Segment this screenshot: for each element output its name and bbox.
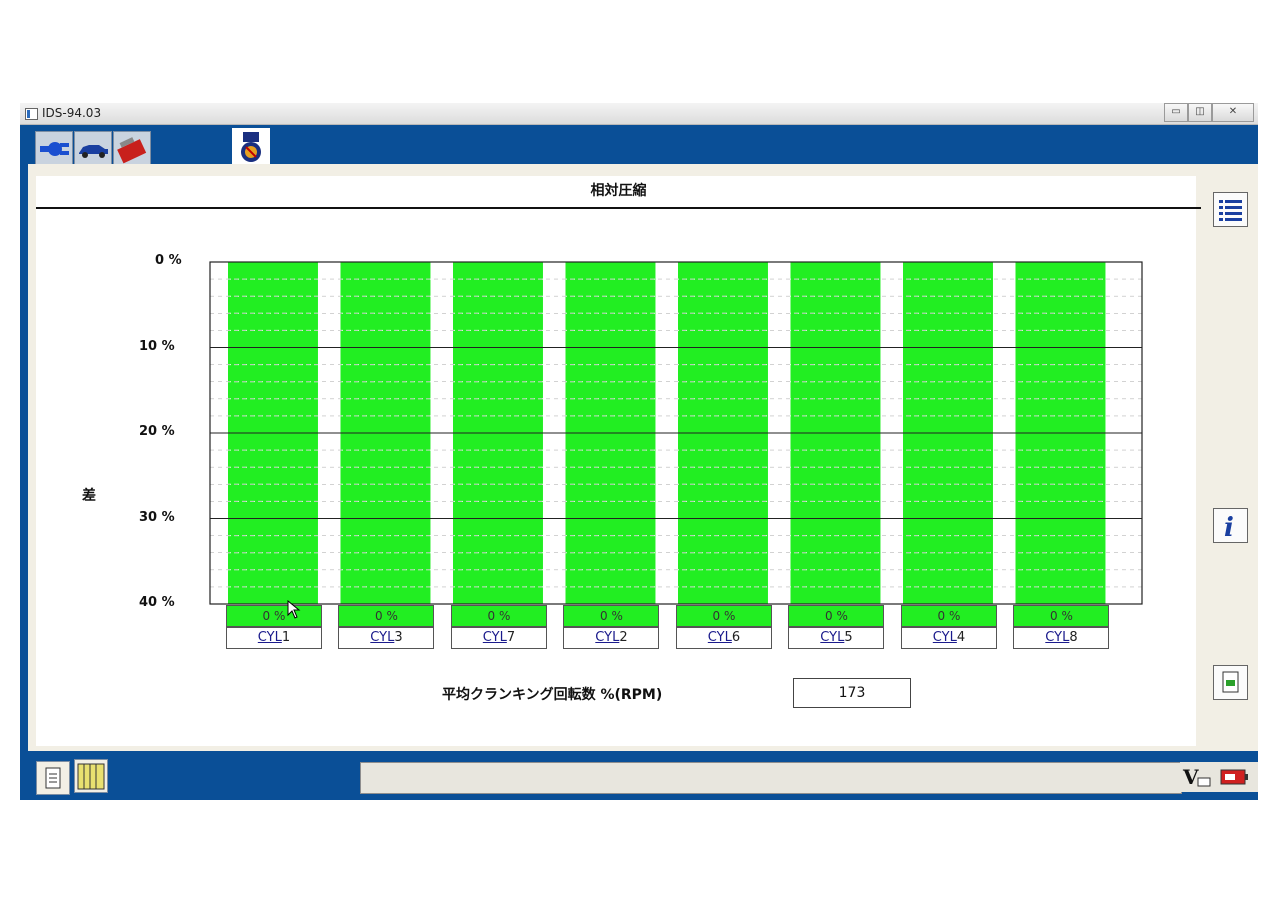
cylinder-number: 8 (1069, 630, 1078, 645)
cylinder-link[interactable]: CYL (933, 630, 957, 645)
cylinder-label-cyl5[interactable]: CYL5 (788, 627, 885, 649)
bar-value-label: 0 % (563, 605, 660, 627)
cylinder-link[interactable]: CYL (258, 630, 282, 645)
y-tick-label: 40 % (139, 595, 175, 610)
cylinder-link[interactable]: CYL (708, 630, 732, 645)
mouse-cursor-icon (287, 600, 301, 619)
bar-value-label: 0 % (338, 605, 435, 627)
bar-value-label: 0 % (788, 605, 885, 627)
cylinder-link[interactable]: CYL (1045, 630, 1069, 645)
cylinder-link[interactable]: CYL (820, 630, 844, 645)
cylinder-label-cyl7[interactable]: CYL7 (450, 627, 547, 649)
bar-value-label: 0 % (225, 605, 322, 627)
y-tick-label: 10 % (139, 338, 175, 354)
cylinder-number: 1 (281, 630, 291, 645)
relative-compression-chart (209, 261, 1143, 605)
cylinder-label-cyl3[interactable]: CYL3 (338, 627, 435, 649)
y-axis-title: 差 (82, 488, 96, 504)
cylinder-link[interactable]: CYL (595, 630, 619, 645)
cylinder-number: 4 (956, 630, 966, 645)
cylinder-number: 2 (619, 630, 628, 645)
cylinder-link[interactable]: CYL (483, 630, 507, 645)
bar-value-label: 0 % (1013, 605, 1110, 627)
cylinder-link[interactable]: CYL (370, 630, 394, 645)
cylinder-number: 5 (844, 630, 853, 645)
y-tick-label: 0 % (155, 253, 182, 268)
avg-cranking-rpm-value: 173 (793, 678, 911, 708)
cylinder-label-cyl2[interactable]: CYL2 (563, 627, 660, 649)
cylinder-number: 7 (506, 630, 516, 645)
cylinder-number: 3 (394, 630, 403, 645)
cylinder-label-cyl8[interactable]: CYL8 (1013, 627, 1110, 649)
cylinder-label-cyl4[interactable]: CYL4 (900, 627, 997, 649)
cylinder-label-cyl6[interactable]: CYL6 (675, 627, 772, 649)
y-tick-label: 20 % (139, 424, 175, 439)
bar-value-label: 0 % (900, 605, 997, 627)
avg-cranking-rpm-label: 平均クランキング回転数 %(RPM) (442, 687, 663, 703)
cylinder-label-cyl1[interactable]: CYL1 (225, 627, 322, 649)
bar-value-label: 0 % (675, 605, 772, 627)
cylinder-number: 6 (731, 630, 741, 645)
bar-value-label: 0 % (450, 605, 547, 627)
y-tick-label: 30 % (139, 509, 175, 525)
